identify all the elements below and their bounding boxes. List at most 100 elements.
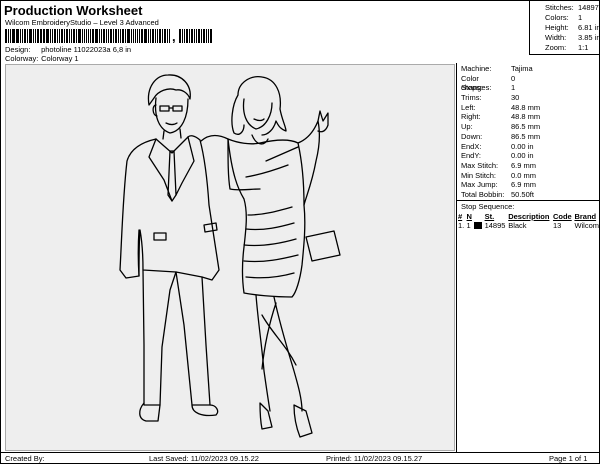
barcode-bar — [149, 29, 151, 43]
machine-info-row: Down: 86.5 mm — [461, 132, 600, 142]
stat-row: Colors: 1 — [545, 13, 600, 23]
barcode-bar — [46, 29, 50, 43]
stat-row: Height: 6.81 in — [545, 23, 600, 33]
man-leg-right — [175, 271, 211, 406]
page-number: Page 1 of 1 — [549, 454, 588, 463]
design-row: Design: photoline 11022023a 6,8 in — [5, 45, 131, 54]
stat-label: Zoom: — [545, 43, 567, 52]
printed: Printed: 11/02/2023 09.15.27 — [326, 454, 423, 463]
barcode-bar — [122, 29, 124, 43]
machine-info-row: EndX: 0.00 in — [461, 142, 600, 152]
machine-info-label: Stops: — [461, 83, 483, 93]
barcode-bar — [144, 29, 147, 43]
barcode-bar — [24, 29, 27, 43]
woman-leg-right — [273, 296, 303, 412]
man-pocket-right — [203, 222, 218, 233]
table-row: 1. 1 14895 Black 13 Wilcom — [457, 221, 600, 230]
created-by: Created By: — [5, 454, 45, 463]
machine-info-row: Max Stitch: 6.9 mm — [461, 161, 600, 171]
barcode-bar — [64, 29, 66, 43]
barcode-bar — [181, 29, 183, 43]
machine-info-value: 50.50ft — [511, 189, 534, 199]
barcode-bar — [90, 29, 92, 43]
barcode-separator: , — [172, 29, 176, 44]
software-subtitle: Wilcom EmbroideryStudio – Level 3 Advanc… — [5, 18, 159, 27]
colorway-label: Colorway: — [5, 54, 39, 63]
barcode-bar — [5, 29, 7, 43]
embroidery-line-art — [119, 74, 341, 438]
man-sleeve — [137, 229, 140, 277]
stat-value: 1 — [578, 13, 583, 22]
stat-row: Width: 3.85 in — [545, 33, 600, 43]
barcode-bar — [115, 29, 118, 43]
machine-info-label: Up: — [461, 122, 473, 132]
barcode-bar — [34, 29, 36, 43]
col-brand: Brand — [574, 211, 597, 221]
barcode-bar — [102, 29, 105, 43]
barcode-bar — [206, 29, 208, 43]
barcode-bar — [17, 29, 20, 43]
barcode-bar — [85, 29, 88, 43]
machine-info-label: Max Jump: — [461, 180, 498, 190]
barcode-bar — [20, 29, 22, 43]
barcode-bar — [73, 29, 75, 43]
machine-info-value: 86.5 mm — [511, 131, 541, 141]
man-leg-left — [142, 269, 177, 406]
machine-info-row: Machine: Tajima — [461, 64, 600, 74]
barcode-bar — [50, 29, 51, 43]
barcode-bar — [189, 29, 191, 43]
barcode-bar — [81, 29, 83, 43]
woman-dress-folds — [243, 206, 299, 279]
barcode-bar — [53, 29, 56, 43]
col-n: N — [466, 211, 472, 221]
barcode-bar — [39, 29, 41, 43]
machine-info-label: Total Bobbin: — [461, 189, 505, 199]
barcode-bar — [183, 29, 185, 43]
machine-info-row: Trims: 30 — [461, 93, 600, 103]
col-code: Code — [552, 211, 572, 221]
machine-info-row: EndY: 0.00 in — [461, 151, 600, 161]
stat-value: 6.81 in — [578, 23, 600, 32]
machine-info-label: Left: — [461, 102, 476, 112]
design-preview — [5, 64, 455, 451]
machine-info-value: 48.8 mm — [511, 112, 541, 122]
barcode-bar — [164, 29, 167, 43]
stat-value: 14897 — [578, 3, 599, 12]
barcode-bar — [100, 29, 102, 43]
man-shoe-left — [139, 402, 161, 422]
barcode-bar — [195, 29, 197, 43]
col-swatch — [473, 212, 483, 221]
machine-info-label: EndX: — [461, 141, 482, 151]
stop-sequence-title: Stop Sequence: — [461, 201, 515, 211]
woman-hair — [231, 76, 287, 136]
barcode-bar — [76, 29, 77, 43]
barcode-bar — [9, 29, 11, 43]
machine-info-label: Right: — [461, 112, 481, 122]
barcode-bar — [36, 29, 39, 43]
barcode-bar — [134, 29, 137, 43]
barcode-bar — [105, 29, 107, 43]
woman-strap — [245, 146, 299, 178]
machine-info-row: Stops: 1 — [461, 83, 600, 93]
col-description: Description — [508, 211, 550, 221]
page-title: Production Worksheet — [4, 3, 143, 18]
woman-heel-right — [293, 404, 313, 438]
stat-label: Stitches: — [545, 3, 574, 12]
machine-info-label: EndY: — [461, 151, 482, 161]
stat-value: 3.85 in — [578, 33, 600, 42]
barcode-bar — [141, 29, 144, 43]
barcode-bar — [118, 29, 120, 43]
machine-info-row: Left: 48.8 mm — [461, 103, 600, 113]
man-mouth — [165, 122, 178, 126]
barcode-bar — [7, 29, 9, 43]
machine-info: Machine: Tajima Color changes: 0 Stops: 1 Trim… — [457, 63, 600, 200]
barcode-bar — [151, 29, 154, 43]
machine-info-value: 30 — [511, 93, 520, 103]
barcode-bar — [22, 29, 24, 43]
machine-info-row: Color changes: 0 — [461, 74, 600, 93]
barcode-bar — [58, 29, 60, 43]
stat-label: Colors: — [545, 13, 569, 22]
colorway-value: Colorway 1 — [41, 54, 79, 63]
barcode-bar — [99, 29, 100, 43]
machine-info-value: 6.9 mm — [511, 180, 537, 190]
